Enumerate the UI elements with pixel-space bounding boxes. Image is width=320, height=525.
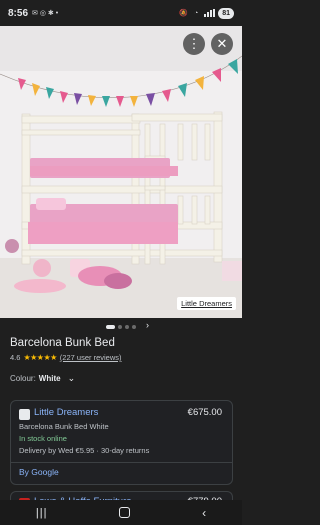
more-options-button[interactable]: ⋮ (183, 33, 205, 55)
offer-card[interactable]: Little Dreamers €675.00 Barcelona Bunk B… (10, 400, 233, 485)
product-rating: 4.6 ★★★★★ (227 user reviews) (10, 353, 122, 362)
carousel-indicator[interactable]: › (0, 320, 242, 332)
image-source-link[interactable]: Little Dreamers (177, 297, 236, 310)
star-icons: ★★★★★ (23, 353, 57, 362)
delivery-info: Delivery by Wed €5.95 · 30-day returns (19, 446, 150, 455)
store-name-link[interactable]: Little Dreamers (34, 407, 98, 418)
close-icon: ✕ (216, 36, 228, 51)
system-nav-bar: ||| ‹ (0, 500, 242, 525)
signal-icon (204, 9, 216, 17)
colour-label: Colour: (10, 374, 36, 383)
chevron-down-icon: ⌄ (67, 373, 76, 383)
mute-icon: 🔕 (179, 10, 188, 17)
more-vert-icon: ⋮ (187, 36, 201, 51)
status-time: 8:56 (8, 7, 29, 19)
chevron-right-icon[interactable]: › (146, 320, 149, 330)
offer-product-name: Barcelona Bunk Bed White (19, 422, 109, 431)
stock-status: In stock online (19, 434, 67, 443)
colour-selector[interactable]: Colour: White ⌄ (10, 373, 75, 384)
home-button[interactable] (119, 507, 131, 518)
by-google-link[interactable]: By Google (19, 467, 59, 477)
store-logo-icon (19, 409, 30, 420)
carousel-dot[interactable] (125, 325, 129, 329)
carousel-dot[interactable] (106, 325, 115, 329)
colour-value: White (38, 374, 61, 383)
notification-icons: ✉ ◎ ✱ • (32, 10, 59, 17)
product-image[interactable]: ⋮ ✕ Little Dreamers (0, 26, 242, 318)
product-title: Barcelona Bunk Bed (10, 337, 115, 349)
wifi-icon: ◔ (193, 9, 199, 17)
divider (11, 462, 232, 463)
offer-price: €675.00 (187, 407, 222, 418)
recents-button[interactable]: ||| (36, 507, 48, 519)
reviews-link[interactable]: (227 user reviews) (60, 353, 122, 362)
rating-value: 4.6 (10, 353, 21, 362)
carousel-dot[interactable] (118, 325, 122, 329)
back-button[interactable]: ‹ (202, 506, 206, 520)
battery-indicator: 81 (218, 7, 234, 19)
status-bar: 8:56 ✉ ◎ ✱ • 🔕 ◔ 81 (0, 0, 242, 26)
close-button[interactable]: ✕ (211, 33, 233, 55)
bunk-bed-photo (0, 26, 242, 318)
carousel-dot[interactable] (132, 325, 136, 329)
